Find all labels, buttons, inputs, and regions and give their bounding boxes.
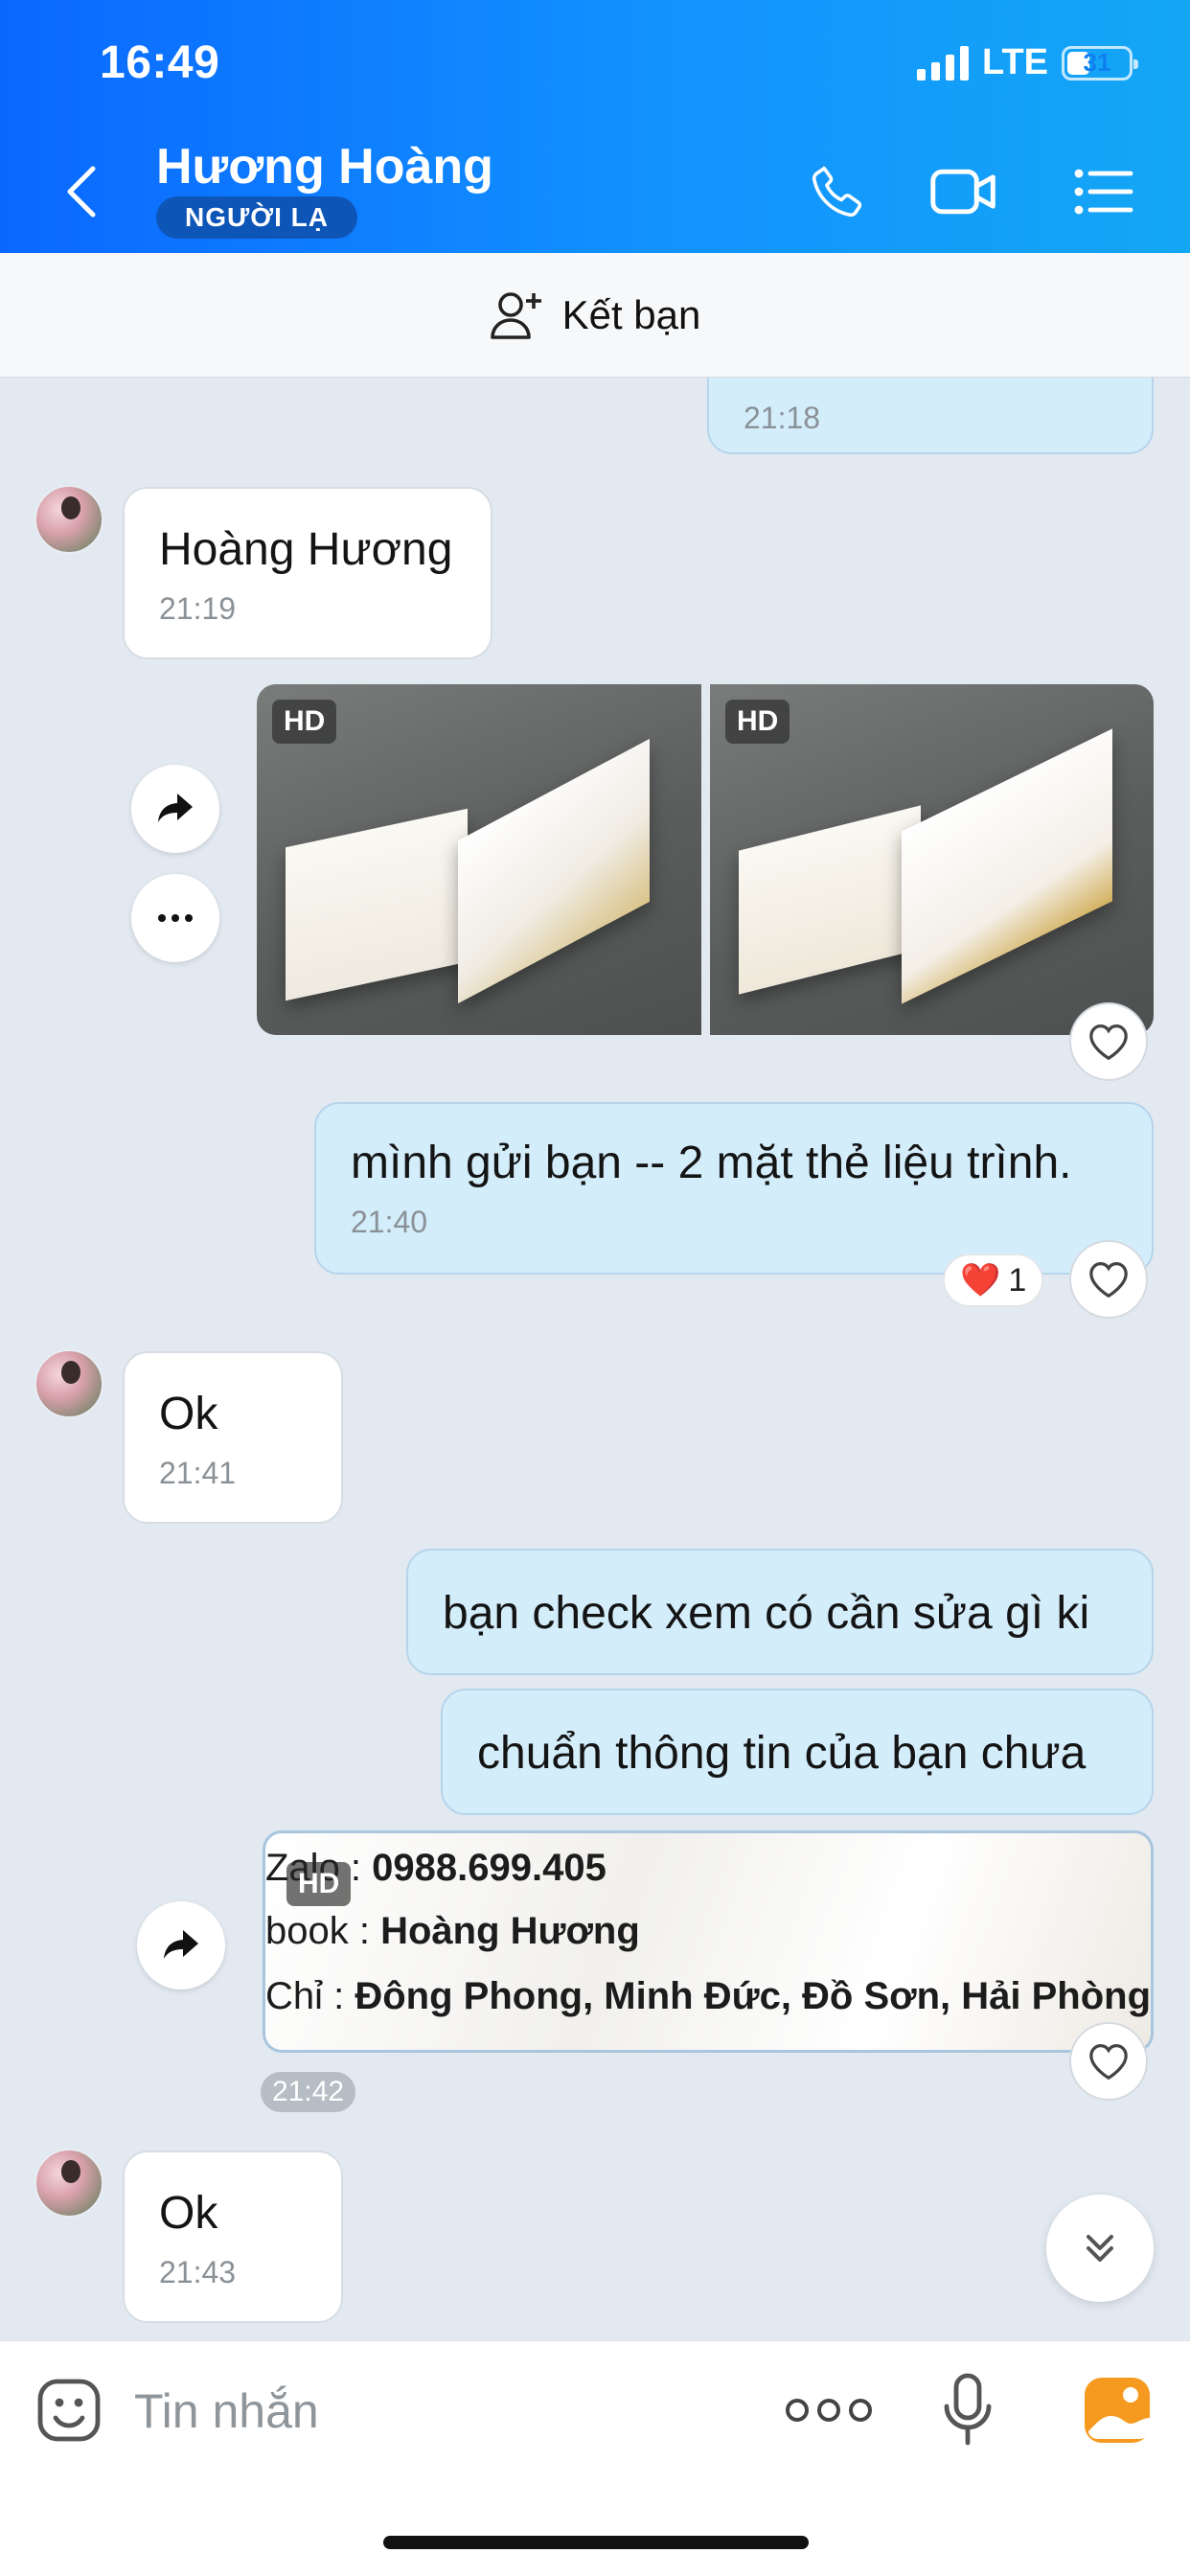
phone-icon bbox=[812, 166, 862, 218]
image-gallery-icon bbox=[1085, 2378, 1150, 2443]
forward-button[interactable] bbox=[131, 765, 219, 853]
message-text: mình gửi bạn -- 2 mặt thẻ liệu trình. bbox=[351, 1138, 1072, 1188]
message-bubble[interactable]: Ok 21:41 bbox=[123, 1351, 343, 1524]
like-button[interactable] bbox=[1069, 1002, 1148, 1081]
message-text: bạn check xem có cần sửa gì ki bbox=[443, 1588, 1090, 1639]
like-button[interactable] bbox=[1069, 2022, 1148, 2101]
chat-options-button[interactable] bbox=[1069, 157, 1138, 226]
message-bubble[interactable]: Ok 21:43 bbox=[123, 2150, 343, 2323]
video-camera-icon bbox=[930, 169, 995, 215]
message-text: Ok bbox=[159, 2188, 218, 2239]
network-type: LTE bbox=[982, 42, 1048, 82]
image-text-line: book : Hoàng Hương bbox=[265, 1910, 640, 1952]
sticker-button[interactable] bbox=[34, 2376, 103, 2445]
image-attachment[interactable]: HD bbox=[257, 684, 701, 1035]
add-user-icon bbox=[490, 291, 541, 339]
forward-button[interactable] bbox=[137, 1901, 225, 1990]
video-call-button[interactable] bbox=[929, 157, 998, 226]
message-bubble[interactable]: mình gửi bạn -- 2 mặt thẻ liệu trình. 21… bbox=[314, 1102, 1154, 1275]
heart-reaction-icon: ❤️ bbox=[960, 1262, 1001, 1299]
message-bubble[interactable]: bạn check xem có cần sửa gì ki bbox=[406, 1549, 1154, 1675]
add-friend-label: Kết bạn bbox=[561, 291, 701, 337]
message-input[interactable] bbox=[134, 2380, 747, 2443]
image-text-line: Chỉ : Đông Phong, Minh Đức, Đồ Sơn, Hải … bbox=[265, 1975, 1152, 2017]
avatar[interactable] bbox=[34, 2149, 103, 2218]
microphone-icon bbox=[944, 2373, 992, 2446]
double-chevron-down-icon bbox=[1087, 2235, 1113, 2262]
hd-badge: HD bbox=[725, 700, 790, 744]
image-attachment[interactable]: Zalo : 0988.699.405 book : Hoàng Hương C… bbox=[263, 1830, 1154, 2053]
dot-icon bbox=[817, 2399, 840, 2422]
voice-message-button[interactable] bbox=[941, 2372, 995, 2449]
message-time: 21:18 bbox=[744, 401, 821, 435]
message-time: 21:40 bbox=[351, 1205, 428, 1239]
message-list[interactable]: 21:18 Hoàng Hương 21:19 HD HD mình gửi b… bbox=[0, 378, 1190, 2340]
dot-icon bbox=[849, 2399, 872, 2422]
message-text: Ok bbox=[159, 1389, 218, 1439]
signal-icon bbox=[917, 45, 970, 80]
add-friend-button[interactable]: Kết bạn bbox=[0, 253, 1190, 378]
emoji-icon bbox=[37, 2379, 101, 2442]
hd-badge: HD bbox=[286, 1862, 352, 1906]
battery-icon: 31 bbox=[1062, 45, 1138, 80]
avatar[interactable] bbox=[34, 1349, 103, 1418]
share-arrow-icon bbox=[158, 794, 193, 822]
message-text: Hoàng Hương bbox=[159, 524, 453, 575]
message-time: 21:19 bbox=[159, 591, 237, 626]
more-options-button[interactable] bbox=[786, 2391, 872, 2429]
status-indicators: LTE 31 bbox=[917, 42, 1138, 83]
message-bubble[interactable]: Hoàng Hương 21:19 bbox=[123, 487, 492, 659]
home-indicator bbox=[383, 2536, 809, 2549]
heart-outline-icon bbox=[1089, 2043, 1128, 2081]
share-arrow-icon bbox=[164, 1930, 198, 1959]
chevron-left-icon bbox=[67, 166, 96, 218]
heart-outline-icon bbox=[1089, 1024, 1128, 1061]
hd-badge: HD bbox=[272, 700, 337, 744]
message-bubble[interactable]: 21:18 bbox=[707, 378, 1154, 454]
message-time: 21:42 bbox=[261, 2072, 356, 2112]
ellipsis-icon bbox=[158, 914, 193, 922]
more-actions-button[interactable] bbox=[131, 874, 219, 962]
status-time: 16:49 bbox=[100, 37, 220, 88]
reaction-summary[interactable]: ❤️ 1 bbox=[943, 1254, 1044, 1307]
heart-outline-icon bbox=[1089, 1261, 1128, 1299]
dot-icon bbox=[786, 2399, 809, 2422]
contact-name[interactable]: Hương Hoàng bbox=[156, 138, 493, 196]
message-bubble[interactable]: chuẩn thông tin của bạn chưa bbox=[441, 1689, 1154, 1815]
image-attachment[interactable]: HD bbox=[710, 684, 1154, 1035]
like-button[interactable] bbox=[1069, 1240, 1148, 1319]
message-time: 21:41 bbox=[159, 1456, 237, 1490]
avatar[interactable] bbox=[34, 485, 103, 554]
list-menu-icon bbox=[1074, 169, 1133, 215]
battery-level: 31 bbox=[1083, 48, 1111, 77]
stranger-badge: NGƯỜI LẠ bbox=[156, 196, 357, 239]
back-button[interactable] bbox=[57, 163, 105, 220]
chat-header: 16:49 LTE 31 Hương Hoàng NGƯỜI LẠ bbox=[0, 0, 1190, 253]
message-time: 21:43 bbox=[159, 2255, 237, 2289]
message-text: chuẩn thông tin của bạn chưa bbox=[477, 1728, 1087, 1779]
send-image-button[interactable] bbox=[1081, 2374, 1154, 2447]
scroll-to-bottom-button[interactable] bbox=[1046, 2195, 1154, 2302]
voice-call-button[interactable] bbox=[803, 157, 872, 226]
reaction-count: 1 bbox=[1008, 1261, 1027, 1299]
